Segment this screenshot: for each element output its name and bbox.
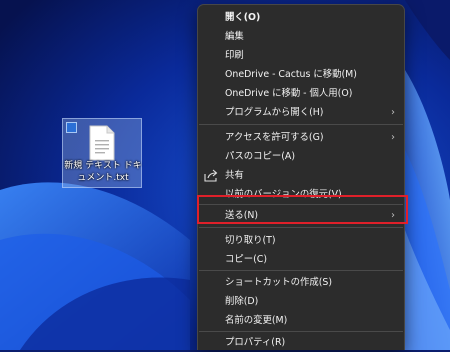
menu-item-label: 切り取り(T) (225, 235, 276, 246)
menu-item-share[interactable]: 共有 (198, 166, 404, 185)
menu-separator (199, 331, 403, 332)
menu-item-open[interactable]: 開く(O) (198, 8, 404, 27)
menu-item-label: 共有 (225, 170, 244, 181)
menu-item-label: 名前の変更(M) (225, 315, 288, 326)
menu-item-label: プロパティ(R) (225, 337, 286, 348)
chevron-right-icon: › (391, 107, 395, 118)
menu-item-label: OneDrive - Cactus に移動(M) (225, 69, 357, 80)
menu-item-give-access[interactable]: アクセスを許可する(G) › (198, 128, 404, 147)
menu-item-label: ショートカットの作成(S) (225, 277, 333, 288)
menu-separator (199, 227, 403, 228)
share-icon (204, 169, 218, 182)
menu-item-open-with[interactable]: プログラムから開く(H) › (198, 103, 404, 122)
menu-item-rename[interactable]: 名前の変更(M) (198, 311, 404, 330)
menu-item-label: 削除(D) (225, 296, 259, 307)
menu-separator (199, 270, 403, 271)
menu-separator (199, 124, 403, 125)
menu-item-properties[interactable]: プロパティ(R) (198, 333, 404, 352)
text-document-icon (89, 125, 115, 161)
menu-item-label: プログラムから開く(H) (225, 107, 324, 118)
menu-item-move-onedrive-cactus[interactable]: OneDrive - Cactus に移動(M) (198, 65, 404, 84)
menu-item-edit[interactable]: 編集 (198, 27, 404, 46)
menu-item-label: OneDrive に移動 - 個人用(O) (225, 88, 353, 99)
menu-item-move-onedrive-personal[interactable]: OneDrive に移動 - 個人用(O) (198, 84, 404, 103)
menu-item-cut[interactable]: 切り取り(T) (198, 231, 404, 250)
menu-item-label: 開く(O) (225, 12, 261, 23)
menu-item-copy-path[interactable]: パスのコピー(A) (198, 147, 404, 166)
menu-item-delete[interactable]: 削除(D) (198, 292, 404, 311)
menu-item-print[interactable]: 印刷 (198, 46, 404, 65)
menu-item-label: コピー(C) (225, 254, 267, 265)
chevron-right-icon: › (391, 132, 395, 143)
menu-item-label: パスのコピー(A) (225, 151, 295, 162)
checkbox-icon[interactable] (66, 122, 77, 133)
desktop-file-icon[interactable]: 新規 テキスト ドキュメント.txt (62, 118, 142, 188)
menu-item-create-shortcut[interactable]: ショートカットの作成(S) (198, 273, 404, 292)
menu-item-label: 印刷 (225, 50, 244, 61)
desktop-file-label: 新規 テキスト ドキュメント.txt (64, 161, 142, 183)
menu-item-label: 編集 (225, 31, 244, 42)
menu-item-copy[interactable]: コピー(C) (198, 250, 404, 269)
context-menu: 開く(O) 編集 印刷 OneDrive - Cactus に移動(M) One… (197, 4, 405, 350)
menu-item-label: アクセスを許可する(G) (225, 132, 324, 143)
highlight-box (197, 195, 408, 224)
